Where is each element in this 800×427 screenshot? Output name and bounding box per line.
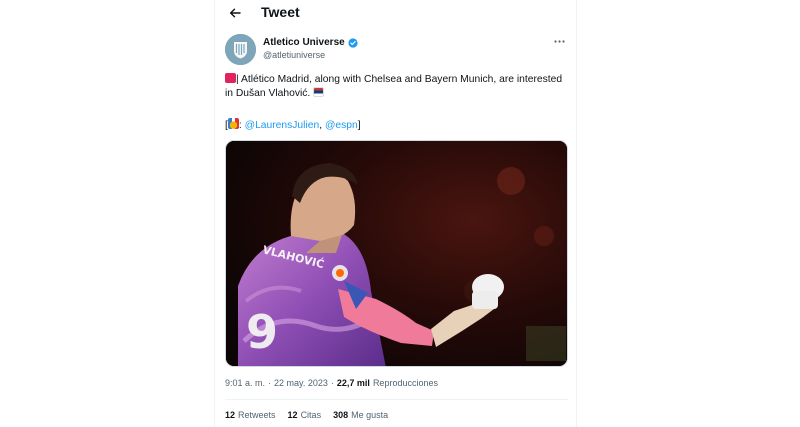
retweet-label: Retweets <box>238 410 276 420</box>
player-photo: 9 VLAHOVIĆ <box>226 141 567 366</box>
more-horizontal-icon <box>553 39 565 43</box>
siren-emoji-icon <box>225 73 236 83</box>
likes-stat[interactable]: 308 Me gusta <box>333 410 388 420</box>
page-title: Tweet <box>261 4 300 20</box>
tweet-stats: 12 Retweets 12 Citas 308 Me gusta <box>225 410 388 420</box>
credit-comma: , <box>319 120 323 131</box>
medal-emoji-icon <box>227 118 239 129</box>
divider <box>225 399 568 400</box>
quote-count: 12 <box>287 410 298 420</box>
club-crest-icon <box>225 34 256 65</box>
tweet-time[interactable]: 9:01 a. m. <box>225 378 265 388</box>
quote-label: Citas <box>300 410 322 420</box>
credit-close: ] <box>357 120 361 131</box>
tweet-column: Tweet Atletico Universe @atletiuniverse <box>214 0 577 427</box>
credit-sep: : <box>238 120 242 131</box>
tweet-author: Atletico Universe @atletiuniverse <box>225 34 570 68</box>
retweets-stat[interactable]: 12 Retweets <box>225 410 276 420</box>
meta-separator: · <box>330 378 334 388</box>
quotes-stat[interactable]: 12 Citas <box>288 410 322 420</box>
like-count: 308 <box>333 410 349 420</box>
serbia-flag-icon <box>313 87 325 97</box>
arrow-left-icon <box>229 8 241 18</box>
meta-separator: · <box>268 378 272 388</box>
mention-link[interactable]: @LaurensJulien <box>245 120 320 131</box>
back-button[interactable] <box>225 4 245 22</box>
retweet-count: 12 <box>225 410 236 420</box>
tweet-timestamp: 9:01 a. m. · 22 may. 2023 · 22,7 mil Rep… <box>225 378 438 388</box>
user-handle[interactable]: @atletiuniverse <box>263 50 325 60</box>
verified-badge-icon <box>348 37 358 48</box>
view-count: 22,7 mil <box>336 378 370 388</box>
tweet-text: | Atlético Madrid, along with Chelsea an… <box>225 73 570 101</box>
tweet-credit: [: @LaurensJulien, @espn] <box>225 118 361 133</box>
tweet-body: | Atlético Madrid, along with Chelsea an… <box>225 74 563 99</box>
more-options-button[interactable] <box>550 34 568 48</box>
tweet-date[interactable]: 22 may. 2023 <box>274 378 328 388</box>
view-count-label: Reproducciones <box>372 378 438 388</box>
svg-text:9: 9 <box>246 305 278 359</box>
name-line: Atletico Universe <box>263 37 358 48</box>
display-name[interactable]: Atletico Universe <box>263 37 345 48</box>
mention-link[interactable]: @espn <box>325 120 358 131</box>
tweet-header: Tweet <box>215 0 576 26</box>
like-label: Me gusta <box>351 410 389 420</box>
tweet-media-photo[interactable]: 9 VLAHOVIĆ <box>225 140 568 367</box>
avatar[interactable] <box>225 34 256 65</box>
